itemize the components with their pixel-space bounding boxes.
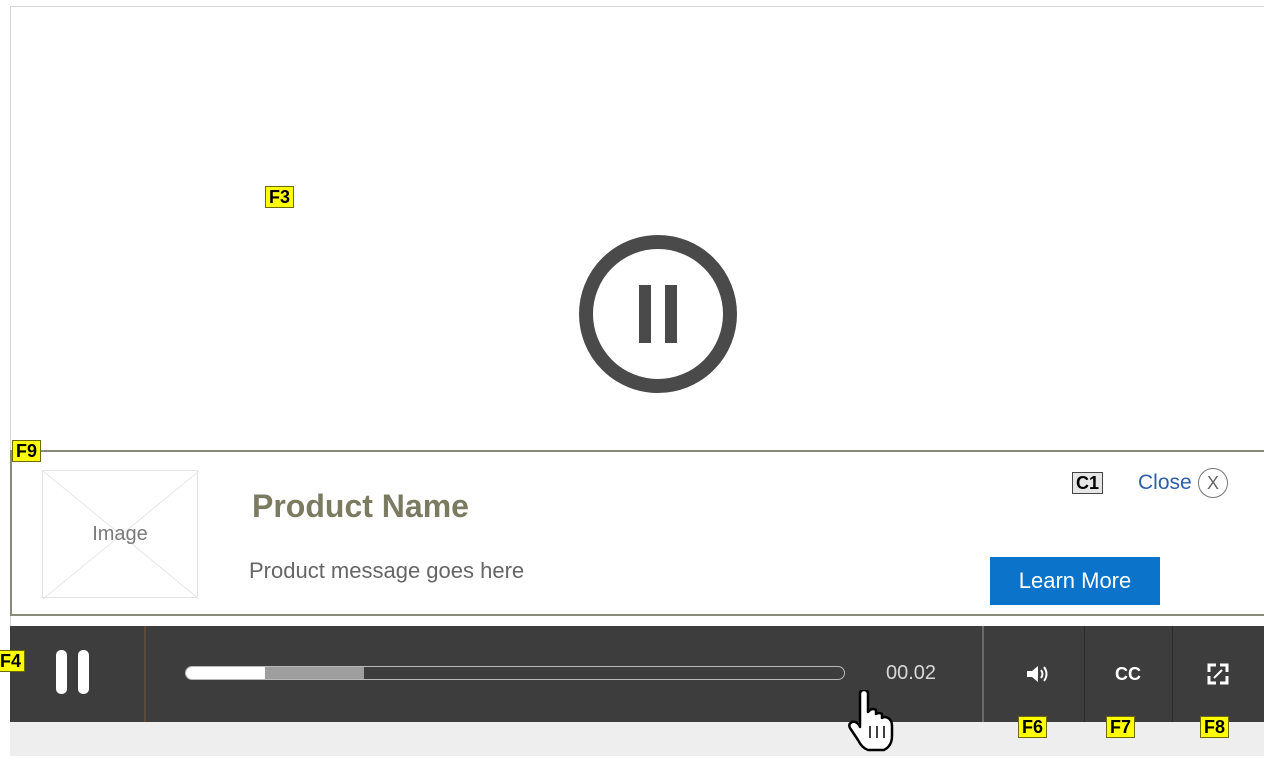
annotation-f9: F9 <box>12 440 42 462</box>
hand-cursor-icon <box>848 690 894 752</box>
control-bar: F4 00.02 CC <box>0 626 1264 722</box>
annotation-c1: C1 <box>1072 472 1104 494</box>
product-message: Product message goes here <box>249 558 525 583</box>
image-label: Image <box>92 523 148 545</box>
cc-label: CC <box>1115 663 1141 684</box>
close-icon[interactable]: X <box>1198 468 1228 498</box>
progress-bar[interactable] <box>185 666 845 680</box>
big-pause-icon[interactable] <box>577 233 739 395</box>
fullscreen-icon[interactable] <box>1198 656 1238 692</box>
control-separator <box>1172 626 1173 722</box>
pause-icon[interactable] <box>56 650 92 694</box>
bottom-strip <box>10 722 1264 756</box>
control-divider <box>144 626 146 722</box>
product-name: Product Name <box>252 488 469 524</box>
annotation-f7: F7 <box>1106 716 1136 738</box>
annotation-f4: F4 <box>0 650 26 672</box>
control-divider-right <box>982 626 984 722</box>
annotation-f3: F3 <box>265 186 295 208</box>
progress-played <box>186 667 265 679</box>
close-link[interactable]: Close <box>1138 471 1192 495</box>
annotation-f8: F8 <box>1200 716 1230 738</box>
control-separator <box>1084 626 1085 722</box>
learn-more-button[interactable]: Learn More <box>990 557 1160 605</box>
annotation-f6: F6 <box>1018 716 1048 738</box>
closed-captions-icon[interactable]: CC <box>1108 656 1148 692</box>
product-image-placeholder: Image <box>42 470 199 599</box>
video-player-wireframe: F3 F9 Image Product Name Product message… <box>0 0 1264 761</box>
time-display: 00.02 <box>886 662 937 684</box>
product-overlay: F9 Image Product Name Product message go… <box>10 440 1264 616</box>
volume-icon[interactable] <box>1018 656 1058 692</box>
